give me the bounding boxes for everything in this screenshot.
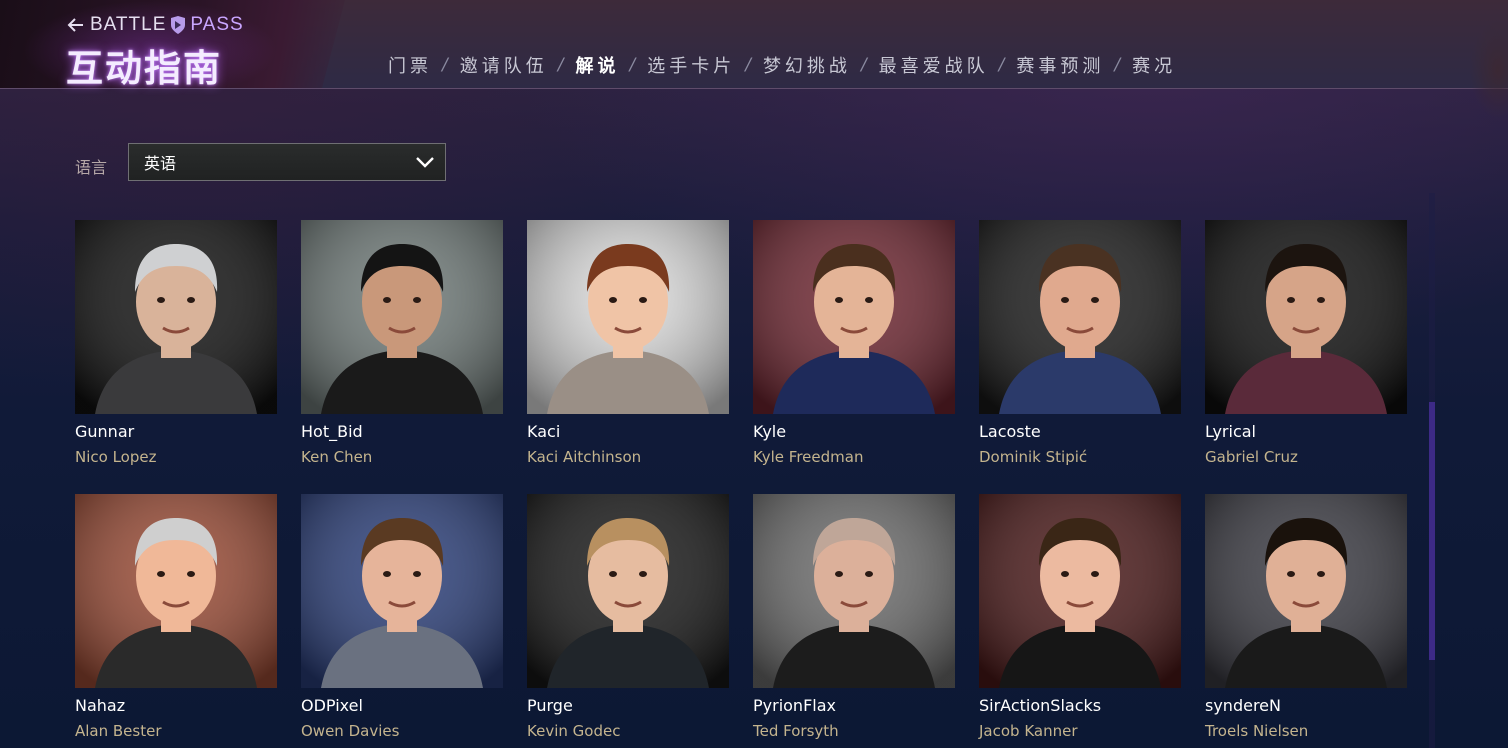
language-dropdown[interactable]: 英语 [128, 143, 446, 181]
section-nav: 门票 / 邀请队伍 / 解说 / 选手卡片 / 梦幻挑战 / 最喜爱战队 / 赛… [388, 52, 1176, 78]
nav-tab-tickets[interactable]: 门票 [388, 52, 432, 78]
nav-separator: / [442, 55, 448, 75]
caster-real-name: Dominik Stipić [979, 448, 1088, 466]
caster-real-name: Owen Davies [301, 722, 400, 740]
caster-handle: Lacoste [979, 422, 1041, 441]
caster-photo [1205, 494, 1407, 688]
caster-handle: Kaci [527, 422, 561, 441]
caster-handle: Nahaz [75, 696, 126, 715]
caster-handle: Kyle [753, 422, 787, 441]
caster-real-name: Kaci Aitchinson [527, 448, 642, 466]
caster-photo [753, 494, 955, 688]
caster-handle: syndereN [1205, 696, 1281, 715]
caster-handle: Lyrical [1205, 422, 1256, 441]
caster-handle: PyrionFlax [753, 696, 836, 715]
caster-card[interactable]: Kyle Kyle Freedman [753, 220, 955, 467]
caster-photo [75, 220, 277, 414]
nav-separator: / [1114, 55, 1121, 75]
caster-photo [979, 494, 1181, 688]
nav-tab-player-cards[interactable]: 选手卡片 [647, 52, 735, 78]
caster-photo [301, 220, 503, 414]
caster-real-name: Kevin Godec [527, 722, 621, 740]
scrollbar-thumb[interactable] [1429, 402, 1435, 660]
caster-card[interactable]: Nahaz Alan Bester [75, 494, 277, 741]
battle-label: BATTLE [90, 14, 167, 35]
nav-tab-invited-teams[interactable]: 邀请队伍 [460, 52, 548, 78]
nav-separator: / [745, 55, 751, 75]
header-artwork-right [1448, 0, 1508, 130]
caster-photo [527, 494, 729, 688]
battle-pass-interactive-guide: BATTLE PASS 互动指南 门票 / 邀请队伍 / 解说 / 选手卡片 /… [0, 0, 1508, 748]
caster-photo [75, 494, 277, 688]
caster-card[interactable]: Gunnar Nico Lopez [75, 220, 277, 467]
caster-card[interactable]: Lyrical Gabriel Cruz [1205, 220, 1407, 467]
arrow-left-icon [67, 18, 83, 32]
nav-separator: / [557, 55, 564, 75]
caster-photo [527, 220, 729, 414]
caster-photo [301, 494, 503, 688]
nav-tab-predictions[interactable]: 赛事预测 [1016, 52, 1104, 78]
back-to-battle-pass-link[interactable]: BATTLE PASS [66, 13, 244, 37]
nav-separator: / [629, 55, 636, 75]
caster-card[interactable]: Kaci Kaci Aitchinson [527, 220, 729, 467]
page-title: 互动指南 [66, 47, 222, 90]
caster-photo [979, 220, 1181, 414]
caster-handle: Gunnar [75, 422, 135, 441]
nav-separator: / [998, 55, 1005, 75]
nav-tab-casters[interactable]: 解说 [575, 52, 619, 78]
caster-handle: Hot_Bid [301, 422, 363, 441]
chevron-down-icon [416, 157, 434, 168]
caster-photo [1205, 220, 1407, 414]
caster-real-name: Gabriel Cruz [1205, 448, 1298, 466]
caster-card[interactable]: Lacoste Dominik Stipić [979, 220, 1181, 467]
caster-real-name: Jacob Kanner [979, 722, 1078, 740]
caster-card[interactable]: SirActionSlacks Jacob Kanner [979, 494, 1181, 741]
top-header: BATTLE PASS 互动指南 门票 / 邀请队伍 / 解说 / 选手卡片 /… [0, 0, 1508, 130]
caster-card[interactable]: PyrionFlax Ted Forsyth [753, 494, 955, 741]
caster-photo [753, 220, 955, 414]
caster-handle: Purge [527, 696, 573, 715]
caster-handle: ODPixel [301, 696, 363, 715]
caster-real-name: Troels Nielsen [1205, 722, 1309, 740]
caster-card[interactable]: Hot_Bid Ken Chen [301, 220, 503, 467]
caster-card[interactable]: ODPixel Owen Davies [301, 494, 503, 741]
caster-card[interactable]: Purge Kevin Godec [527, 494, 729, 741]
nav-tab-favorite-team[interactable]: 最喜爱战队 [879, 52, 989, 78]
caster-real-name: Alan Bester [75, 722, 162, 740]
language-label: 语言 [75, 158, 108, 177]
pass-label: PASS [190, 14, 244, 35]
battle-pass-logo: BATTLE PASS [90, 14, 244, 36]
language-selected-value: 英语 [144, 154, 177, 173]
shield-icon [171, 16, 186, 34]
caster-real-name: Kyle Freedman [753, 448, 864, 466]
nav-tab-fantasy-challenge[interactable]: 梦幻挑战 [763, 52, 851, 78]
caster-card[interactable]: syndereN Troels Nielsen [1205, 494, 1407, 741]
nav-separator: / [860, 55, 867, 75]
caster-handle: SirActionSlacks [979, 696, 1102, 715]
caster-real-name: Ted Forsyth [753, 722, 839, 740]
caster-real-name: Ken Chen [301, 448, 373, 466]
nav-tab-live-results[interactable]: 赛况 [1132, 52, 1176, 78]
caster-real-name: Nico Lopez [75, 448, 157, 466]
